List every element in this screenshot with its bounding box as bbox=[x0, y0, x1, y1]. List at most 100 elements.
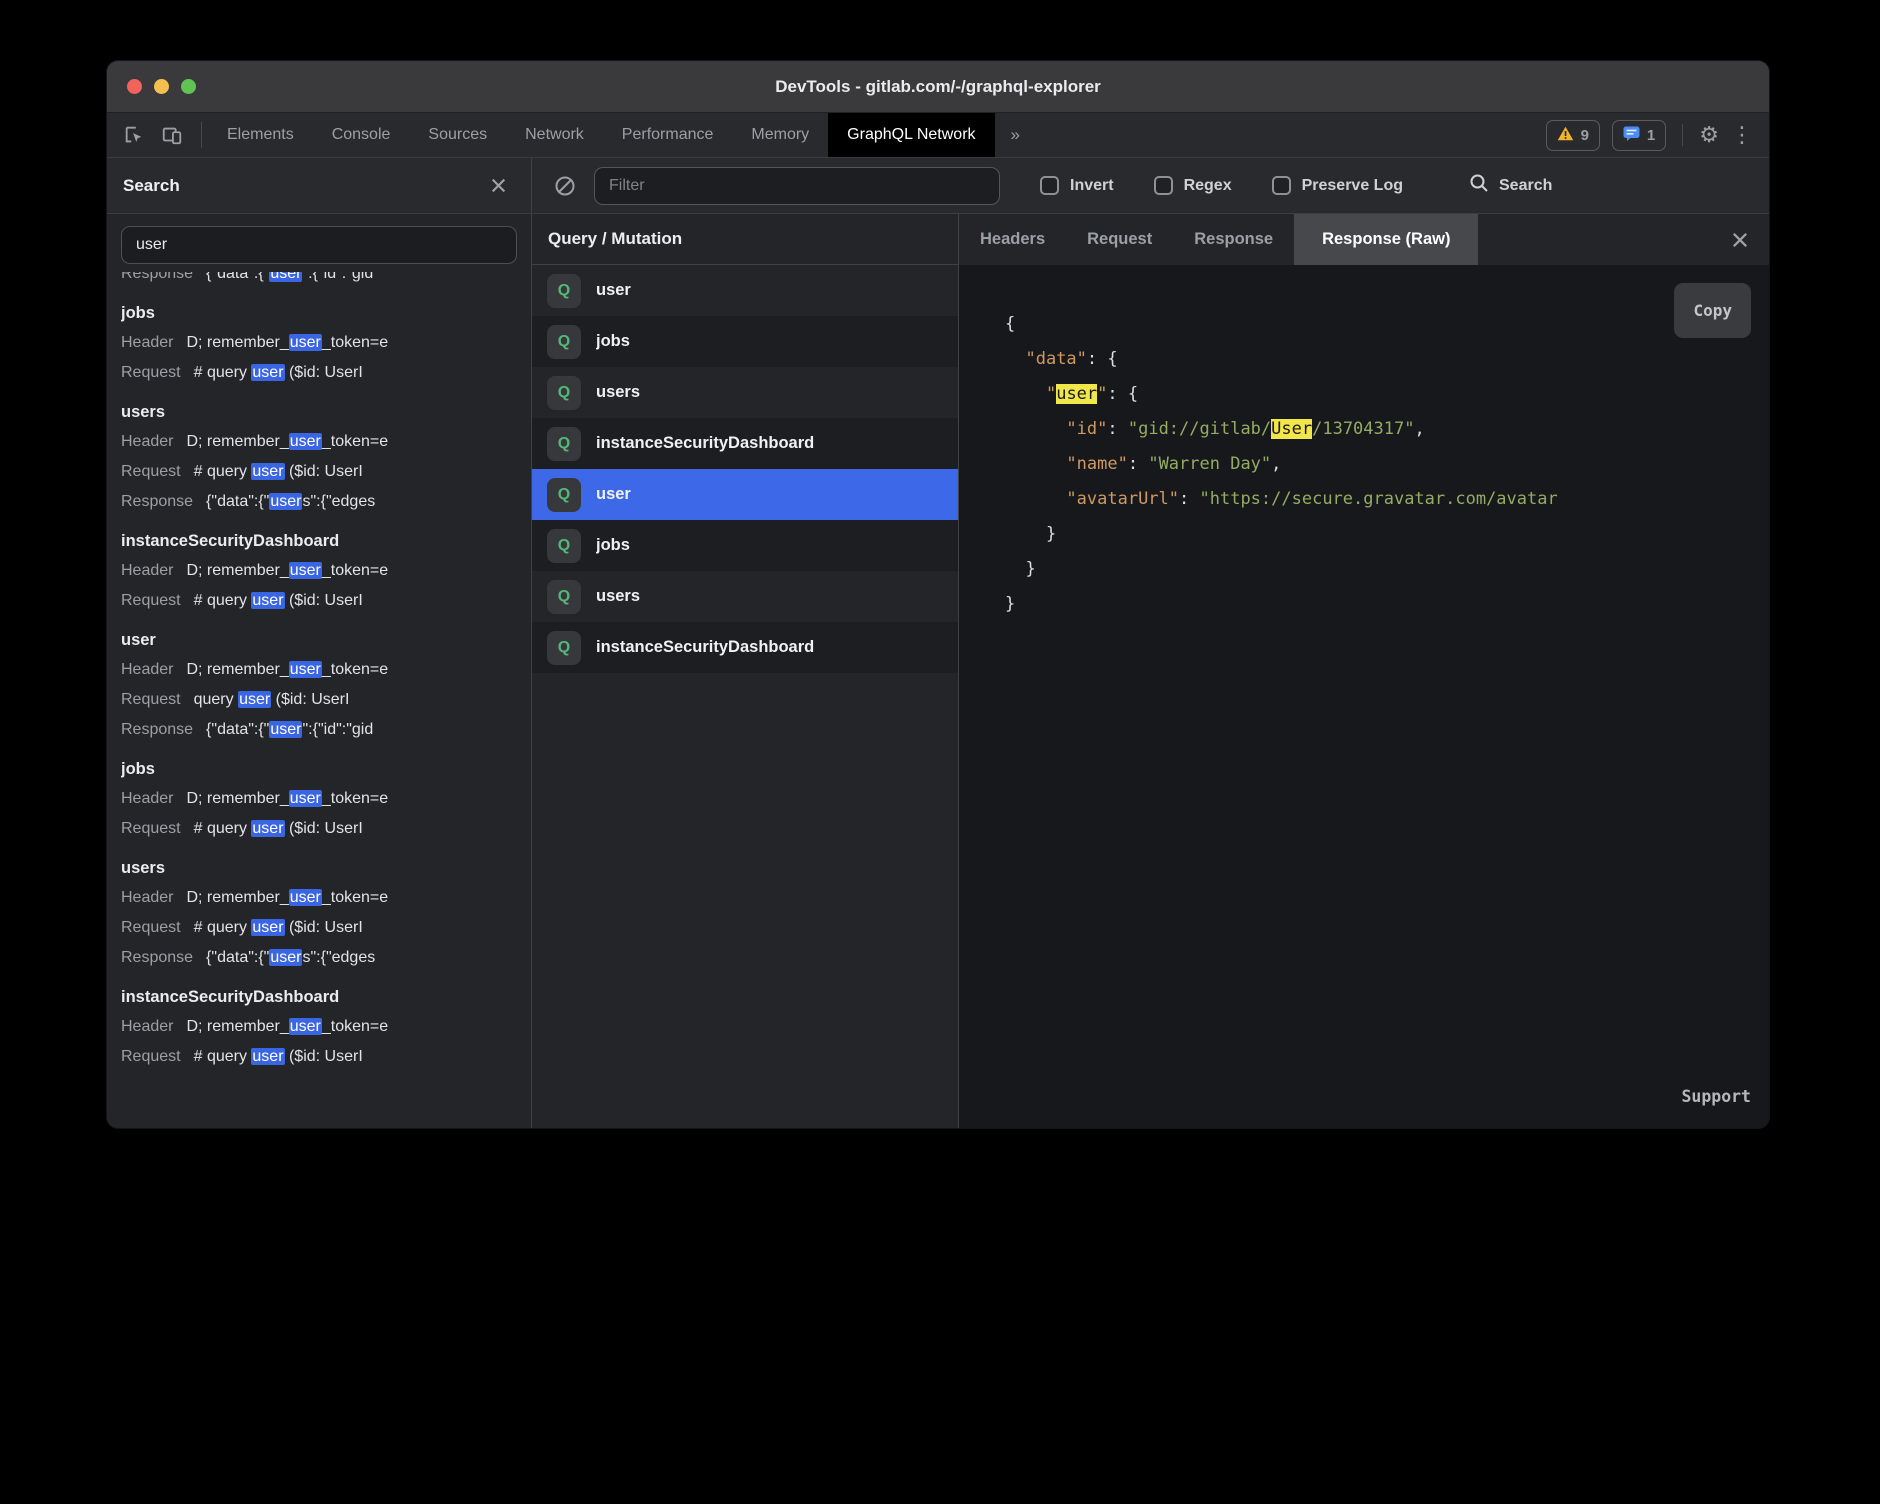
title-bar: DevTools - gitlab.com/-/graphql-explorer bbox=[107, 61, 1769, 113]
detail-panel: Headers Request Response Response (Raw) … bbox=[959, 214, 1769, 1128]
query-type-badge: Q bbox=[547, 274, 581, 308]
main-content: Response{"data":{"user":{"id":"gid jobs … bbox=[107, 214, 1769, 1128]
json-line: "user": { bbox=[1005, 377, 1769, 412]
preserve-log-checkbox[interactable] bbox=[1272, 176, 1291, 195]
search-result-row[interactable]: Request# query user ($id: UserI bbox=[121, 814, 531, 844]
search-results-list: Response{"data":{"user":{"id":"gid jobs … bbox=[107, 272, 531, 1128]
query-type-badge: Q bbox=[547, 631, 581, 665]
zoom-window-button[interactable] bbox=[181, 79, 196, 94]
copy-button[interactable]: Copy bbox=[1674, 283, 1751, 338]
json-line: } bbox=[1005, 517, 1769, 552]
search-result-section-title: user bbox=[121, 625, 531, 655]
query-list-item[interactable]: Q instanceSecurityDashboard bbox=[532, 418, 958, 469]
search-result-row[interactable]: Request# query user ($id: UserI bbox=[121, 913, 531, 943]
search-result-section-title: jobs bbox=[121, 298, 531, 328]
tab-elements[interactable]: Elements bbox=[208, 113, 313, 157]
close-search-panel-icon[interactable] bbox=[490, 177, 507, 194]
query-list-item[interactable]: Q instanceSecurityDashboard bbox=[532, 622, 958, 673]
search-result-section-title: jobs bbox=[121, 754, 531, 784]
search-panel-header: Search bbox=[107, 158, 532, 213]
query-type-badge: Q bbox=[547, 427, 581, 461]
json-line: { bbox=[1005, 307, 1769, 342]
detail-tabs: Headers Request Response Response (Raw) bbox=[959, 214, 1769, 265]
response-raw-json: Copy { "data": { "user": { "id": "gid://… bbox=[959, 265, 1769, 1128]
search-result-row[interactable]: HeaderD; remember_user_token=e bbox=[121, 328, 531, 358]
device-toolbar-icon[interactable] bbox=[161, 124, 183, 146]
search-result-section-title: instanceSecurityDashboard bbox=[121, 982, 531, 1012]
search-result-row[interactable]: HeaderD; remember_user_token=e bbox=[121, 427, 531, 457]
query-list-item-selected[interactable]: Q user bbox=[532, 469, 958, 520]
close-detail-panel-icon[interactable] bbox=[1731, 214, 1769, 265]
tab-performance[interactable]: Performance bbox=[603, 113, 733, 157]
json-line: } bbox=[1005, 587, 1769, 622]
inspect-element-icon[interactable] bbox=[123, 124, 145, 146]
devtools-window: DevTools - gitlab.com/-/graphql-explorer… bbox=[106, 60, 1770, 1129]
filter-toolbar: Invert Regex Preserve Log Search bbox=[532, 158, 1769, 213]
search-result-row[interactable]: HeaderD; remember_user_token=e bbox=[121, 556, 531, 586]
json-line: "name": "Warren Day", bbox=[1005, 447, 1769, 482]
preserve-log-label: Preserve Log bbox=[1302, 177, 1403, 195]
filter-input[interactable] bbox=[594, 167, 1000, 205]
close-window-button[interactable] bbox=[127, 79, 142, 94]
query-list-header: Query / Mutation bbox=[532, 214, 958, 265]
tab-response[interactable]: Response bbox=[1173, 214, 1294, 265]
search-result-row[interactable]: HeaderD; remember_user_token=e bbox=[121, 784, 531, 814]
query-list-item[interactable]: Q users bbox=[532, 571, 958, 622]
tab-console[interactable]: Console bbox=[313, 113, 410, 157]
message-icon bbox=[1623, 126, 1640, 145]
error-count-badge[interactable]: 9 bbox=[1546, 120, 1600, 151]
search-panel-title: Search bbox=[123, 176, 180, 196]
search-result-row[interactable]: HeaderD; remember_user_token=e bbox=[121, 1012, 531, 1042]
warning-icon bbox=[1557, 126, 1574, 145]
search-result-row[interactable]: Response{"data":{"users":{"edges bbox=[121, 943, 531, 973]
regex-checkbox-group: Regex bbox=[1154, 176, 1232, 195]
more-tabs-icon[interactable]: » bbox=[995, 113, 1034, 157]
query-list-item[interactable]: Q user bbox=[532, 265, 958, 316]
json-line: "avatarUrl": "https://secure.gravatar.co… bbox=[1005, 482, 1769, 517]
search-result-row[interactable]: Request# query user ($id: UserI bbox=[121, 358, 531, 388]
tab-sources[interactable]: Sources bbox=[409, 113, 506, 157]
query-list-item[interactable]: Q jobs bbox=[532, 520, 958, 571]
preserve-log-checkbox-group: Preserve Log bbox=[1272, 176, 1403, 195]
tab-graphql-network[interactable]: GraphQL Network bbox=[828, 113, 994, 157]
search-input[interactable] bbox=[121, 226, 517, 264]
search-result-row[interactable]: Response{"data":{"users":{"edges bbox=[121, 487, 531, 517]
minimize-window-button[interactable] bbox=[154, 79, 169, 94]
regex-checkbox[interactable] bbox=[1154, 176, 1173, 195]
invert-label: Invert bbox=[1070, 177, 1114, 195]
query-list-panel: Query / Mutation Q user Q jobs Q users Q… bbox=[532, 214, 959, 1128]
invert-checkbox[interactable] bbox=[1040, 176, 1059, 195]
search-result-row[interactable]: HeaderD; remember_user_token=e bbox=[121, 883, 531, 913]
query-list-item[interactable]: Q jobs bbox=[532, 316, 958, 367]
search-result-row[interactable]: HeaderD; remember_user_token=e bbox=[121, 655, 531, 685]
toolbar-separator bbox=[1682, 124, 1683, 146]
support-link[interactable]: Support bbox=[1681, 1079, 1751, 1114]
query-list-item[interactable]: Q users bbox=[532, 367, 958, 418]
devtools-tab-bar: Elements Console Sources Network Perform… bbox=[107, 113, 1769, 158]
window-title: DevTools - gitlab.com/-/graphql-explorer bbox=[107, 77, 1769, 97]
tab-response-raw[interactable]: Response (Raw) bbox=[1294, 214, 1478, 265]
clear-requests-icon[interactable] bbox=[554, 175, 576, 197]
search-result-section-title: users bbox=[121, 397, 531, 427]
tab-request[interactable]: Request bbox=[1066, 214, 1173, 265]
query-type-badge: Q bbox=[547, 580, 581, 614]
json-line: "data": { bbox=[1005, 342, 1769, 377]
issues-count-badge[interactable]: 1 bbox=[1612, 120, 1666, 151]
search-result-row[interactable]: Request# query user ($id: UserI bbox=[121, 586, 531, 616]
query-type-badge: Q bbox=[547, 529, 581, 563]
search-toggle-button[interactable]: Search bbox=[1469, 173, 1552, 198]
search-result-section-title: instanceSecurityDashboard bbox=[121, 526, 531, 556]
settings-gear-icon[interactable]: ⚙ bbox=[1699, 124, 1719, 146]
tab-headers[interactable]: Headers bbox=[959, 214, 1066, 265]
search-result-row[interactable]: Response{"data":{"user":{"id":"gid bbox=[121, 272, 531, 289]
more-options-kebab-icon[interactable]: ⋮ bbox=[1731, 124, 1753, 146]
search-result-row[interactable]: Request# query user ($id: UserI bbox=[121, 1042, 531, 1072]
tab-network[interactable]: Network bbox=[506, 113, 603, 157]
search-result-row[interactable]: Request# query user ($id: UserI bbox=[121, 457, 531, 487]
toolbar-separator bbox=[201, 122, 202, 148]
query-type-badge: Q bbox=[547, 325, 581, 359]
query-type-badge: Q bbox=[547, 478, 581, 512]
search-result-row[interactable]: Requestquery user ($id: UserI bbox=[121, 685, 531, 715]
tab-memory[interactable]: Memory bbox=[732, 113, 828, 157]
search-result-row[interactable]: Response{"data":{"user":{"id":"gid bbox=[121, 715, 531, 745]
